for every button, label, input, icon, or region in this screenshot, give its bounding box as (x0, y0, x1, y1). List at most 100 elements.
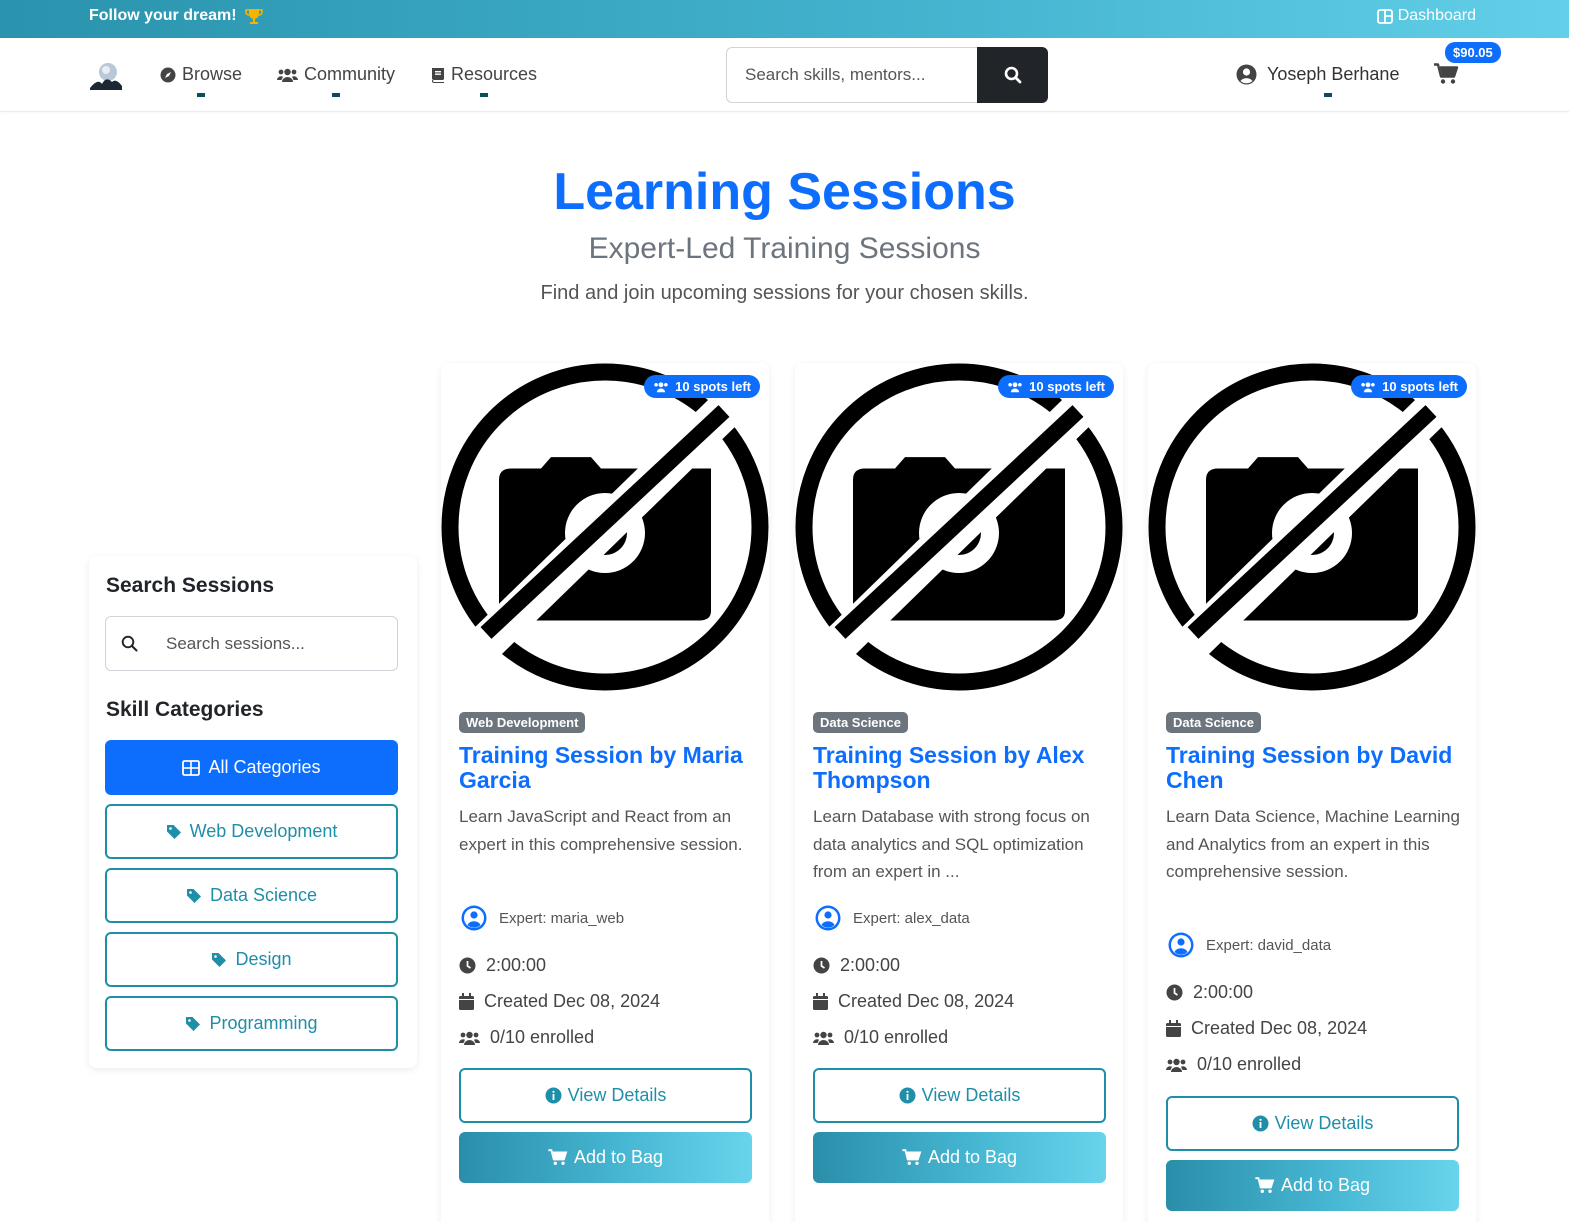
no-image-placeholder-icon (1148, 363, 1476, 691)
session-expert: Expert: david_data (1168, 932, 1331, 958)
session-card: 10 spots left Web Development Training S… (441, 363, 769, 1222)
category-all[interactable]: All Categories (105, 740, 398, 795)
duration-text: 2:00:00 (840, 955, 901, 975)
category-badge: Data Science (1166, 712, 1261, 733)
add-to-bag-button[interactable]: Add to Bag (459, 1132, 752, 1183)
spots-left-text: 10 spots left (1382, 379, 1458, 394)
session-created: Created Dec 08, 2024 (1166, 1018, 1367, 1039)
users-icon (654, 381, 668, 392)
expert-name: Expert: david_data (1206, 936, 1332, 954)
cart-icon (548, 1149, 568, 1165)
users-icon (813, 1031, 834, 1045)
dream-text: Follow your dream! (89, 7, 237, 24)
filter-sidebar: Search Sessions Skill Categories All Cat… (89, 556, 417, 1068)
add-to-bag-button[interactable]: Add to Bag (1166, 1160, 1459, 1211)
nav-indicator (332, 93, 341, 97)
main-navbar: Browse Community Resources Yoseph Berhan… (0, 38, 1569, 112)
category-data-science[interactable]: Data Science (105, 868, 398, 923)
category-all-label: All Categories (208, 757, 321, 777)
nav-resources[interactable]: Resources (431, 64, 538, 97)
category-badge: Web Development (459, 712, 586, 733)
dashboard-link[interactable]: Dashboard (1376, 7, 1476, 25)
clock-icon (459, 957, 476, 974)
cart-icon (1255, 1177, 1275, 1193)
view-details-button[interactable]: View Details (459, 1068, 752, 1123)
session-enrolled: 0/10 enrolled (1166, 1054, 1301, 1075)
duration-text: 2:00:00 (1193, 982, 1254, 1002)
calendar-icon (813, 993, 828, 1010)
category-label: Web Development (189, 821, 338, 841)
expert-name: Expert: maria_web (499, 909, 625, 927)
user-avatar-icon (461, 905, 487, 931)
category-web-development[interactable]: Web Development (105, 804, 398, 859)
users-icon (277, 68, 298, 82)
user-name: Yoseph Berhane (1267, 64, 1400, 84)
session-title[interactable]: Training Session by David Chen (1166, 743, 1461, 793)
page-subtitle: Expert-Led Training Sessions (588, 232, 981, 265)
users-icon (1361, 381, 1375, 392)
spots-left-badge: 10 spots left (998, 375, 1114, 398)
session-expert: Expert: alex_data (815, 905, 970, 931)
session-expert: Expert: maria_web (461, 905, 624, 931)
global-search (726, 47, 1048, 103)
session-search-input[interactable] (152, 633, 382, 654)
category-label: Design (235, 949, 292, 969)
dream-message: Follow your dream! (89, 7, 263, 25)
nav-browse-label: Browse (182, 64, 243, 84)
add-to-bag-label: Add to Bag (1280, 1175, 1371, 1195)
calendar-icon (459, 993, 474, 1010)
nav-resources-label: Resources (451, 64, 538, 84)
trophy-icon (244, 8, 263, 24)
cart-total-badge: $90.05 (1445, 42, 1501, 63)
session-created: Created Dec 08, 2024 (813, 991, 1014, 1012)
session-card: 10 spots left Data Science Training Sess… (1148, 363, 1476, 1222)
category-programming[interactable]: Programming (105, 996, 398, 1051)
user-menu[interactable]: Yoseph Berhane (1236, 64, 1400, 97)
session-duration: 2:00:00 (813, 955, 900, 976)
tag-icon (212, 952, 227, 967)
view-details-button[interactable]: View Details (813, 1068, 1106, 1123)
view-details-label: View Details (1274, 1113, 1374, 1133)
cart-icon[interactable] (1434, 63, 1459, 85)
session-card: 10 spots left Data Science Training Sess… (795, 363, 1123, 1222)
view-details-label: View Details (921, 1085, 1021, 1105)
session-enrolled: 0/10 enrolled (459, 1027, 594, 1048)
global-search-button[interactable] (977, 47, 1048, 103)
category-badge: Data Science (813, 712, 908, 733)
duration-text: 2:00:00 (486, 955, 547, 975)
session-title[interactable]: Training Session by Maria Garcia (459, 743, 754, 793)
category-design[interactable]: Design (105, 932, 398, 987)
info-icon (899, 1087, 916, 1104)
add-to-bag-button[interactable]: Add to Bag (813, 1132, 1106, 1183)
no-image-placeholder-icon (795, 363, 1123, 691)
user-circle-icon (1236, 64, 1257, 85)
tag-icon (166, 824, 181, 839)
compass-icon (160, 67, 176, 82)
dashboard-label: Dashboard (1397, 7, 1476, 24)
cart-icon (902, 1149, 922, 1165)
enrolled-text: 0/10 enrolled (490, 1027, 595, 1047)
clock-icon (813, 957, 830, 974)
session-duration: 2:00:00 (1166, 982, 1253, 1003)
add-to-bag-label: Add to Bag (927, 1147, 1018, 1167)
logo[interactable] (88, 60, 124, 92)
no-image-placeholder-icon (441, 363, 769, 691)
global-search-input[interactable] (726, 47, 977, 103)
nav-browse[interactable]: Browse (160, 64, 243, 97)
spots-left-text: 10 spots left (675, 379, 751, 394)
page-description: Find and join upcoming sessions for your… (540, 282, 1029, 304)
category-label: Data Science (209, 885, 318, 905)
nav-community[interactable]: Community (277, 64, 396, 97)
session-description: Learn JavaScript and React from an exper… (459, 807, 743, 854)
search-icon (121, 635, 137, 652)
skill-categories-heading: Skill Categories (106, 698, 264, 721)
users-icon (1166, 1058, 1187, 1072)
book-icon (432, 67, 444, 83)
users-icon (1008, 381, 1022, 392)
nav-community-label: Community (304, 64, 396, 84)
enrolled-text: 0/10 enrolled (1197, 1054, 1302, 1074)
nav-indicator (1324, 93, 1332, 97)
view-details-button[interactable]: View Details (1166, 1096, 1459, 1151)
info-icon (545, 1087, 562, 1104)
session-title[interactable]: Training Session by Alex Thompson (813, 743, 1108, 793)
